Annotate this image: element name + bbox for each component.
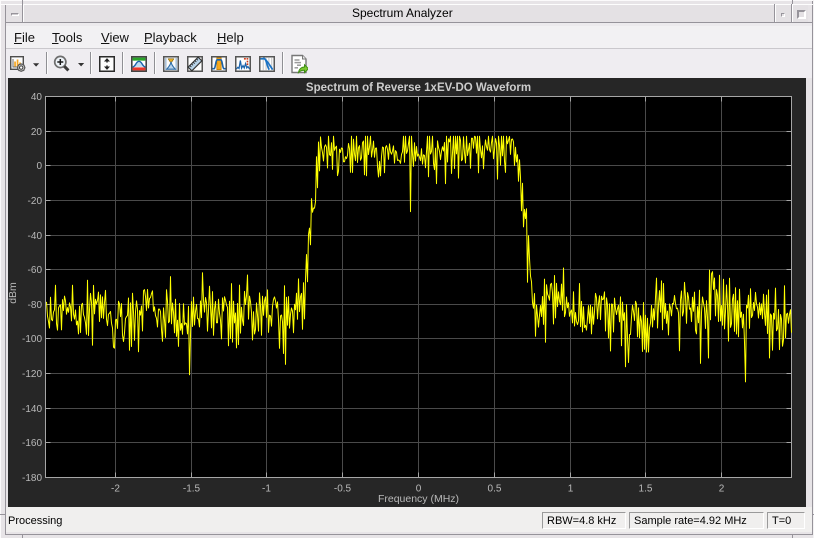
svg-text:1: 1 (568, 484, 574, 495)
svg-text:-20: -20 (28, 196, 43, 207)
svg-text:0.5: 0.5 (488, 484, 502, 495)
svg-text:-60: -60 (28, 265, 43, 276)
svg-text:-100: -100 (22, 334, 42, 345)
svg-text:-1.5: -1.5 (183, 484, 201, 495)
svg-text:0: 0 (36, 161, 42, 172)
svg-text:-80: -80 (28, 300, 43, 311)
svg-text:-180: -180 (22, 473, 42, 484)
svg-text:-0.5: -0.5 (334, 484, 352, 495)
svg-text:Frequency (MHz): Frequency (MHz) (378, 493, 459, 505)
svg-text:-1: -1 (262, 484, 271, 495)
svg-text:2: 2 (719, 484, 725, 495)
svg-text:20: 20 (31, 127, 43, 138)
svg-text:1.5: 1.5 (639, 484, 653, 495)
svg-text:-2: -2 (111, 484, 120, 495)
svg-text:-140: -140 (22, 404, 42, 415)
svg-text:-120: -120 (22, 369, 42, 380)
svg-text:-160: -160 (22, 438, 42, 449)
svg-text:-40: -40 (28, 231, 43, 242)
